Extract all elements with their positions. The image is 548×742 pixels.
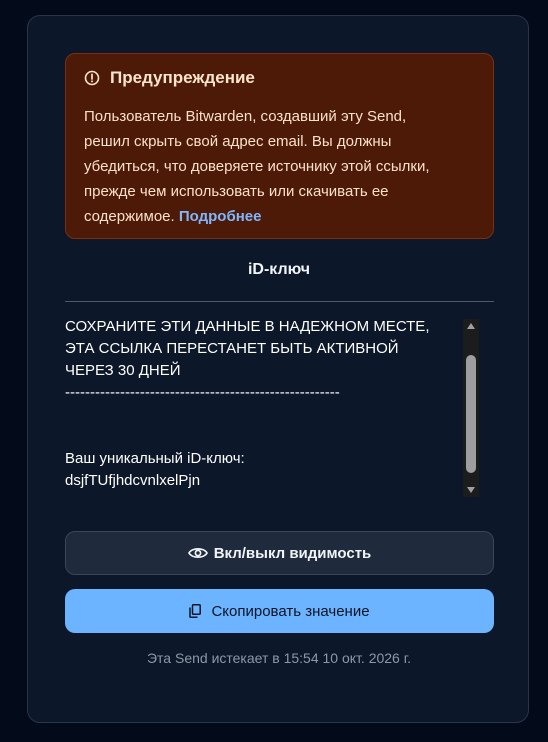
warning-body: Пользователь Bitwarden, создавший эту Se…: [84, 104, 444, 229]
divider: [65, 301, 494, 302]
warning-callout: Предупреждение Пользователь Bitwarden, с…: [65, 53, 494, 239]
scroll-up-arrow-icon[interactable]: [463, 319, 479, 333]
warning-header: Предупреждение: [84, 68, 255, 88]
copy-value-button[interactable]: Скопировать значение: [65, 589, 494, 633]
scroll-thumb[interactable]: [466, 355, 476, 473]
text-line: Ваш уникальный iD-ключ:: [65, 450, 245, 467]
text-line: ----------------------------------------…: [65, 384, 340, 401]
copy-icon: [189, 604, 202, 618]
text-line: СОХРАНИТЕ ЭТИ ДАННЫЕ В НАДЕЖНОМ МЕСТЕ,: [65, 318, 430, 335]
expiry-note: Эта Send истекает в 15:54 10 окт. 2026 г…: [146, 650, 412, 666]
text-line: [65, 426, 480, 448]
field-label: iD-ключ: [247, 261, 311, 278]
learn-more-link[interactable]: Подробнее: [179, 208, 262, 225]
text-line: ЧЕРЕЗ 30 ДНЕЙ: [65, 362, 181, 379]
toggle-visibility-label: Вкл/выкл видимость: [213, 544, 372, 562]
eye-icon: [187, 548, 208, 558]
copy-value-label: Скопировать значение: [211, 602, 370, 620]
warning-title: Предупреждение: [110, 68, 255, 87]
exclamation-circle-icon: [84, 70, 100, 86]
text-line: dsjfTUfjhdcvnlxelPjn: [65, 472, 201, 489]
text-line: [65, 404, 480, 426]
scroll-down-arrow-icon[interactable]: [463, 483, 479, 497]
scrollbar[interactable]: [463, 319, 479, 497]
text-line: ЭТА ССЫЛКА ПЕРЕСТАНЕТ БЫТЬ АКТИВНОЙ: [65, 340, 399, 357]
send-card: Предупреждение Пользователь Bitwarden, с…: [27, 15, 529, 723]
send-text-area[interactable]: СОХРАНИТЕ ЭТИ ДАННЫЕ В НАДЕЖНОМ МЕСТЕ, Э…: [65, 316, 480, 498]
toggle-visibility-button[interactable]: Вкл/выкл видимость: [65, 531, 494, 575]
